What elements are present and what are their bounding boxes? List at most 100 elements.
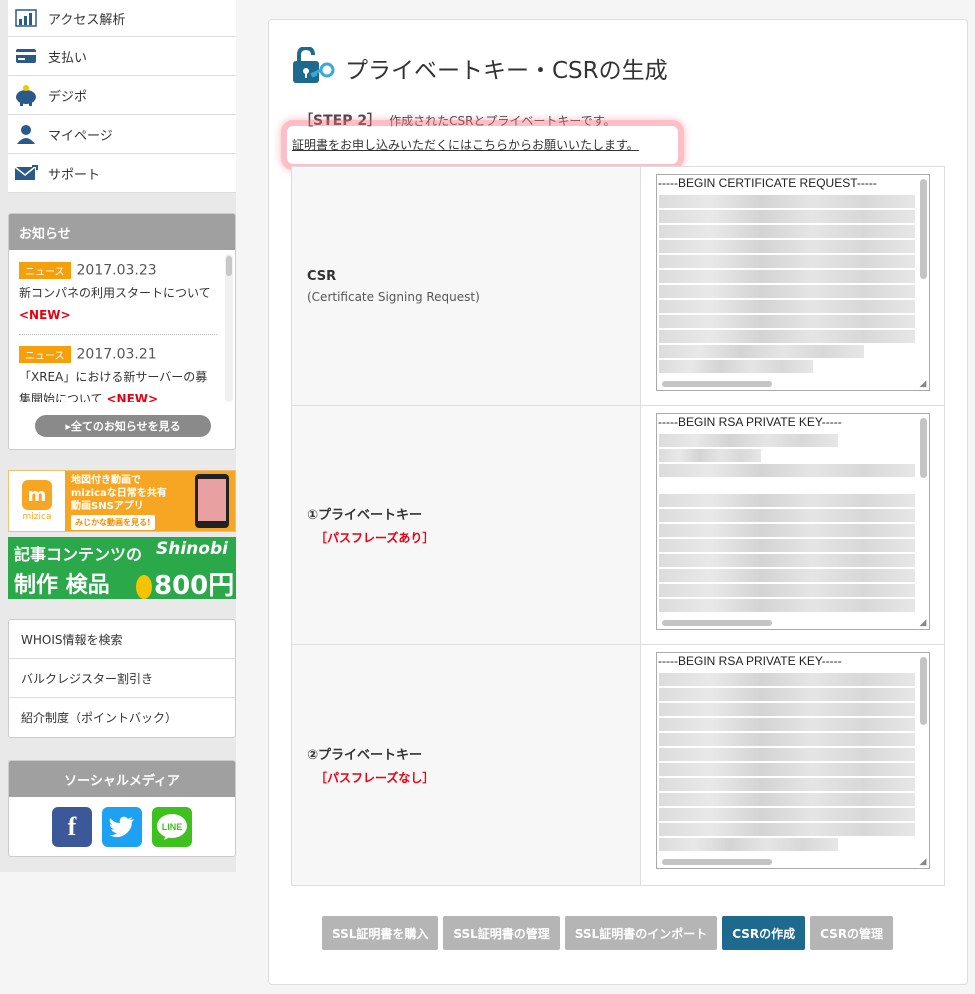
links-panel: WHOIS情報を検索 バルクレジスター割引き 紹介制度（ポイントバック） bbox=[8, 619, 236, 738]
phone-image bbox=[195, 474, 229, 528]
horizontal-scrollbar-thumb[interactable] bbox=[662, 381, 772, 387]
apply-certificate-link[interactable]: 証明書をお申し込みいただくにはこちらからお願いいたします。 bbox=[292, 136, 639, 153]
private-key-label: ②プライベートキー bbox=[307, 748, 423, 763]
credit-card-icon bbox=[14, 46, 38, 66]
shinobi-banner-bottom: 制作 検品 bbox=[14, 573, 110, 598]
mizica-logo-text: mizica bbox=[22, 512, 52, 522]
sidebar-item-label: 支払い bbox=[48, 50, 88, 66]
manage-csr-button[interactable]: CSRの管理 bbox=[810, 916, 894, 950]
vertical-scrollbar-thumb[interactable] bbox=[920, 418, 927, 478]
import-ssl-button[interactable]: SSL証明書のインポート bbox=[564, 916, 718, 950]
main-panel: プライベートキー・CSRの生成 ［STEP 2］ 作成されたCSRとプライベートキ… bbox=[268, 19, 968, 985]
shinobi-price: 800円 bbox=[136, 565, 234, 599]
blurred-content bbox=[659, 673, 915, 853]
resize-grip-icon[interactable]: ◢ bbox=[918, 857, 928, 867]
private-key-header-text: -----BEGIN RSA PRIVATE KEY----- bbox=[658, 415, 842, 429]
mail-icon bbox=[14, 163, 38, 183]
resize-grip-icon[interactable]: ◢ bbox=[918, 618, 928, 628]
key-lock-icon bbox=[291, 45, 339, 89]
shinobi-banner-top: 記事コンテンツの bbox=[14, 545, 143, 564]
row-value-cell: -----BEGIN RSA PRIVATE KEY----- ◢ bbox=[641, 645, 944, 885]
svg-text:LINE: LINE bbox=[162, 822, 183, 832]
line-icon[interactable]: LINE bbox=[152, 807, 192, 847]
social-title: ソーシャルメディア bbox=[9, 761, 235, 797]
csr-header-text: -----BEGIN CERTIFICATE REQUEST----- bbox=[658, 176, 877, 190]
table-row: ①プライベートキー ［パスフレーズあり］ -----BEGIN RSA PRIV… bbox=[292, 406, 944, 645]
mizica-logo-mark: m bbox=[22, 480, 52, 510]
sidebar-item-mypage[interactable]: マイページ bbox=[8, 115, 236, 154]
row-label-cell: ②プライベートキー ［パスフレーズなし］ bbox=[292, 645, 641, 885]
news-badge: ニュース bbox=[19, 262, 71, 279]
vertical-scrollbar-thumb[interactable] bbox=[920, 657, 927, 725]
vertical-scrollbar[interactable] bbox=[919, 416, 928, 612]
csr-sublabel: (Certificate Signing Request) bbox=[307, 289, 480, 304]
page-header: プライベートキー・CSRの生成 bbox=[291, 45, 668, 89]
sidebar-item-label: アクセス解析 bbox=[48, 12, 126, 28]
horizontal-scrollbar[interactable] bbox=[659, 380, 914, 388]
mizica-banner-button: みじかな動画を見る! bbox=[71, 515, 155, 530]
csr-textarea[interactable]: -----BEGIN CERTIFICATE REQUEST----- ◢ bbox=[656, 174, 930, 391]
row-label-cell: CSR (Certificate Signing Request) bbox=[292, 167, 641, 405]
sidebar: アクセス解析 支払い デジポ マイページ サポート お知らせ ニュース 2017… bbox=[0, 0, 236, 872]
passphrase-label: ［パスフレーズなし］ bbox=[315, 771, 435, 785]
row-value-cell: -----BEGIN RSA PRIVATE KEY----- ◢ bbox=[641, 406, 944, 644]
passphrase-label: ［パスフレーズあり］ bbox=[315, 531, 435, 545]
news-title: お知らせ bbox=[9, 214, 235, 250]
mizica-banner[interactable]: m mizica 地図付き動画で mizicaな日常を共有 動画SNSアプリ み… bbox=[8, 470, 236, 532]
vertical-scrollbar[interactable] bbox=[919, 655, 928, 851]
news-date: 2017.03.21 bbox=[76, 346, 157, 363]
blurred-content bbox=[659, 195, 915, 375]
row-label-cell: ①プライベートキー ［パスフレーズあり］ bbox=[292, 406, 641, 644]
resize-grip-icon[interactable]: ◢ bbox=[918, 379, 928, 389]
coin-icon bbox=[136, 574, 152, 599]
list-item[interactable]: ニュース 2017.03.21 「XREA」における新サーバーの募集開始について … bbox=[19, 344, 217, 402]
facebook-icon[interactable]: f bbox=[52, 807, 92, 847]
social-panel: ソーシャルメディア f LINE bbox=[8, 760, 236, 857]
news-scrollbar-thumb[interactable] bbox=[226, 256, 232, 276]
horizontal-scrollbar-thumb[interactable] bbox=[662, 859, 772, 865]
mizica-logo: m mizica bbox=[9, 471, 65, 531]
private-key-textarea[interactable]: -----BEGIN RSA PRIVATE KEY----- ◢ bbox=[656, 413, 930, 630]
social-icons: f LINE bbox=[9, 807, 235, 847]
twitter-icon[interactable] bbox=[102, 807, 142, 847]
shinobi-banner[interactable]: 記事コンテンツの Shinobi 制作 検品 800円 bbox=[8, 537, 236, 599]
blurred-content bbox=[659, 434, 915, 614]
piggy-bank-icon bbox=[14, 85, 38, 106]
row-value-cell: -----BEGIN CERTIFICATE REQUEST----- ◢ bbox=[641, 167, 944, 405]
news-date: 2017.03.23 bbox=[76, 262, 157, 279]
whois-link[interactable]: WHOIS情報を検索 bbox=[9, 620, 235, 659]
bulk-register-link[interactable]: バルクレジスター割引き bbox=[9, 659, 235, 698]
sidebar-item-label: サポート bbox=[48, 167, 101, 183]
sidebar-item-label: デジポ bbox=[48, 89, 88, 105]
sidebar-item-label: マイページ bbox=[48, 128, 113, 144]
news-text: 新コンパネの利用スタートについて <NEW> bbox=[19, 286, 211, 322]
news-text: 「XREA」における新サーバーの募集開始について <NEW> bbox=[19, 366, 217, 402]
sidebar-item-support[interactable]: サポート bbox=[8, 154, 236, 193]
buy-ssl-button[interactable]: SSL証明書を購入 bbox=[322, 916, 439, 950]
action-buttons: SSL証明書を購入 SSL証明書の管理 SSL証明書のインポート CSRの作成 … bbox=[322, 916, 894, 950]
referral-link[interactable]: 紹介制度（ポイントバック） bbox=[9, 698, 235, 737]
news-panel: お知らせ ニュース 2017.03.23 新コンパネの利用スタートについて <NE… bbox=[8, 213, 236, 450]
list-item[interactable]: ニュース 2017.03.23 新コンパネの利用スタートについて <NEW> bbox=[19, 260, 217, 335]
news-scrollbar[interactable] bbox=[225, 254, 233, 402]
private-key-header-text: -----BEGIN RSA PRIVATE KEY----- bbox=[658, 654, 842, 668]
manage-ssl-button[interactable]: SSL証明書の管理 bbox=[443, 916, 560, 950]
sidebar-item-access-analysis[interactable]: アクセス解析 bbox=[8, 0, 236, 37]
shinobi-logo: Shinobi bbox=[156, 539, 228, 559]
table-row: ②プライベートキー ［パスフレーズなし］ -----BEGIN RSA PRIV… bbox=[292, 645, 944, 885]
news-badge: ニュース bbox=[19, 346, 71, 363]
horizontal-scrollbar[interactable] bbox=[659, 858, 914, 866]
horizontal-scrollbar[interactable] bbox=[659, 619, 914, 627]
key-table: CSR (Certificate Signing Request) -----B… bbox=[291, 166, 945, 886]
table-row: CSR (Certificate Signing Request) -----B… bbox=[292, 167, 944, 406]
news-list[interactable]: ニュース 2017.03.23 新コンパネの利用スタートについて <NEW> ニュ… bbox=[9, 250, 227, 402]
csr-label: CSR bbox=[307, 268, 337, 284]
horizontal-scrollbar-thumb[interactable] bbox=[662, 620, 772, 626]
vertical-scrollbar[interactable] bbox=[919, 177, 928, 373]
create-csr-button[interactable]: CSRの作成 bbox=[722, 916, 806, 950]
sidebar-item-payment[interactable]: 支払い bbox=[8, 37, 236, 76]
private-key-textarea[interactable]: -----BEGIN RSA PRIVATE KEY----- ◢ bbox=[656, 652, 930, 869]
sidebar-item-digipo[interactable]: デジポ bbox=[8, 76, 236, 115]
all-news-button[interactable]: ▸ 全てのお知らせを見る bbox=[35, 415, 211, 437]
vertical-scrollbar-thumb[interactable] bbox=[920, 179, 927, 279]
